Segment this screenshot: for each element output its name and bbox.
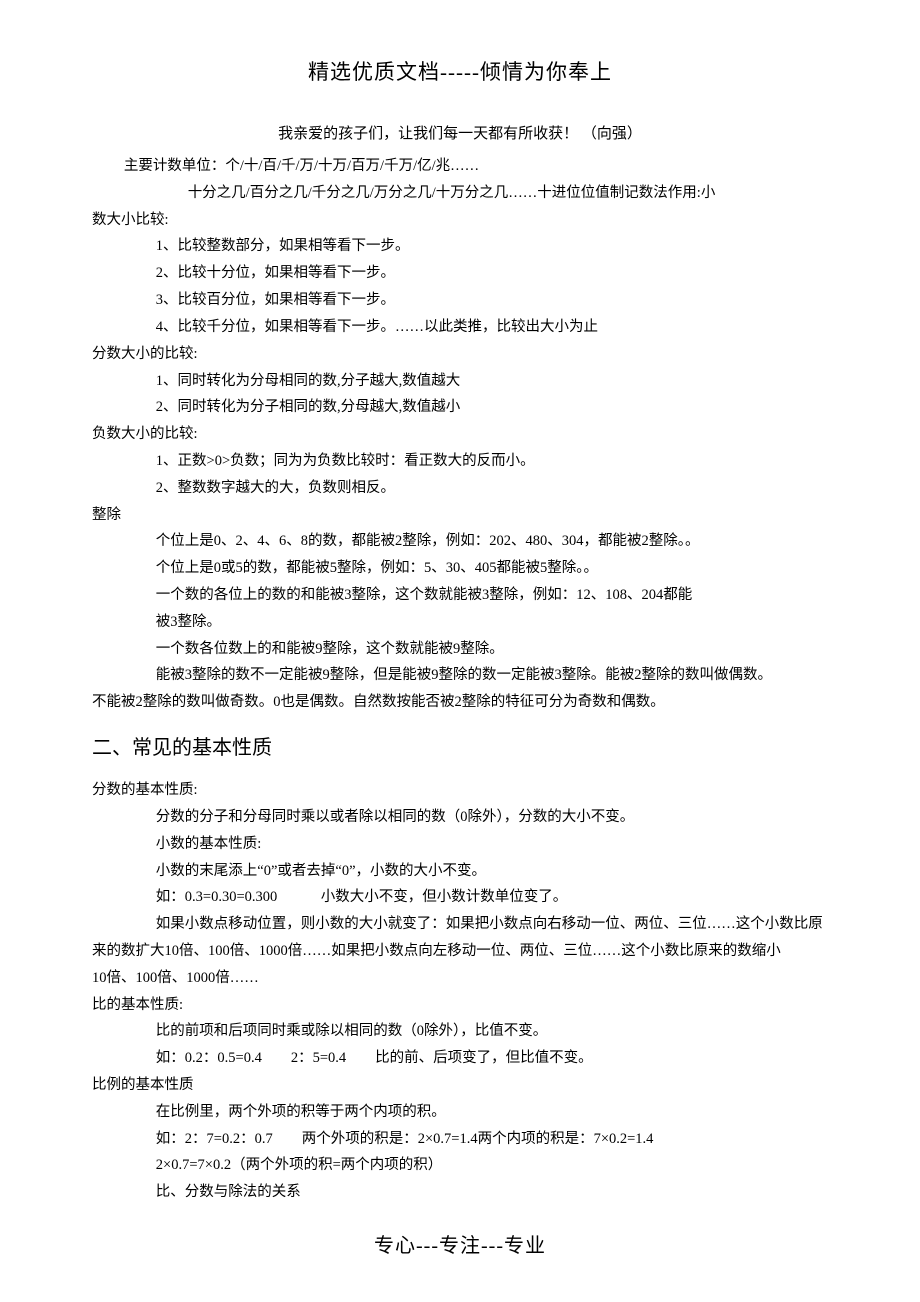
body-line: 比的前项和后项同时乘或除以相同的数（0除外），比值不变。 (92, 1018, 828, 1045)
body-line: 被3整除。 (92, 609, 828, 636)
body-line: 1、正数>0>负数；同为为负数比较时：看正数大的反而小。 (92, 448, 828, 475)
body-line: 主要计数单位：个/十/百/千/万/十万/百万/千万/亿/兆…… (92, 153, 828, 180)
body-line: 一个数的各位上的数的和能被3整除，这个数就能被3整除，例如：12、108、204… (92, 582, 828, 609)
body-line: 分数的分子和分母同时乘以或者除以相同的数（0除外），分数的大小不变。 (92, 804, 828, 831)
body-line: 十分之几/百分之几/千分之几/万分之几/十万分之几……十进位位值制记数法作用:小 (92, 180, 828, 207)
document-subtitle: 我亲爱的孩子们，让我们每一天都有所收获！ （向强） (92, 122, 828, 143)
body-line: 个位上是0、2、4、6、8的数，都能被2整除，例如：202、480、304，都能… (92, 528, 828, 555)
body-line: 1、比较整数部分，如果相等看下一步。 (92, 233, 828, 260)
body-line: 如：0.2：0.5=0.4 2：5=0.4 比的前、后项变了，但比值不变。 (92, 1045, 828, 1072)
body-line: 如：0.3=0.30=0.300 小数大小不变，但小数计数单位变了。 (92, 884, 828, 911)
body-line: 如果小数点移动位置，则小数的大小就变了：如果把小数点向右移动一位、两位、三位……… (92, 911, 828, 938)
document-body: 主要计数单位：个/十/百/千/万/十万/百万/千万/亿/兆…… 十分之几/百分之… (92, 153, 828, 1206)
body-line: 分数的基本性质: (92, 777, 828, 804)
body-line: 负数大小的比较: (92, 421, 828, 448)
body-line: 比的基本性质: (92, 992, 828, 1019)
body-line: 个位上是0或5的数，都能被5整除，例如：5、30、405都能被5整除。。 (92, 555, 828, 582)
author-name: （向强） (582, 122, 642, 143)
body-line: 2、同时转化为分子相同的数,分母越大,数值越小 (92, 394, 828, 421)
body-line: 来的数扩大10倍、100倍、1000倍……如果把小数点向左移动一位、两位、三位…… (92, 938, 828, 965)
body-line: 2、整数数字越大的大，负数则相反。 (92, 475, 828, 502)
body-line: 在比例里，两个外项的积等于两个内项的积。 (92, 1099, 828, 1126)
body-line: 能被3整除的数不一定能被9整除，但是能被9整除的数一定能被3整除。能被2整除的数… (92, 662, 828, 689)
body-line: 10倍、100倍、1000倍…… (92, 965, 828, 992)
body-line: 2×0.7=7×0.2（两个外项的积=两个内项的积） (92, 1152, 828, 1179)
body-line: 如：2：7=0.2：0.7 两个外项的积是：2×0.7=1.4两个内项的积是：7… (92, 1126, 828, 1153)
document-page: 精选优质文档-----倾情为你奉上 我亲爱的孩子们，让我们每一天都有所收获！ （… (0, 0, 920, 1302)
body-line: 小数的末尾添上“0”或者去掉“0”，小数的大小不变。 (92, 858, 828, 885)
body-line: 3、比较百分位，如果相等看下一步。 (92, 287, 828, 314)
body-line: 1、同时转化为分母相同的数,分子越大,数值越大 (92, 368, 828, 395)
document-footer: 专心---专注---专业 (0, 1229, 920, 1258)
body-line: 小数的基本性质: (92, 831, 828, 858)
body-line: 整除 (92, 502, 828, 529)
body-line: 2、比较十分位，如果相等看下一步。 (92, 260, 828, 287)
body-line: 一个数各位数上的和能被9整除，这个数就能被9整除。 (92, 636, 828, 663)
body-line: 比、分数与除法的关系 (92, 1179, 828, 1206)
body-line: 比例的基本性质 (92, 1072, 828, 1099)
body-line: 不能被2整除的数叫做奇数。0也是偶数。自然数按能否被2整除的特征可分为奇数和偶数… (92, 689, 828, 716)
body-line: 数大小比较: (92, 207, 828, 234)
body-line: 4、比较千分位，如果相等看下一步。……以此类推，比较出大小为止 (92, 314, 828, 341)
section-heading: 二、常见的基本性质 (92, 730, 828, 767)
subtitle-text: 我亲爱的孩子们，让我们每一天都有所收获！ (278, 126, 578, 142)
document-header: 精选优质文档-----倾情为你奉上 (92, 56, 828, 86)
body-line: 分数大小的比较: (92, 341, 828, 368)
